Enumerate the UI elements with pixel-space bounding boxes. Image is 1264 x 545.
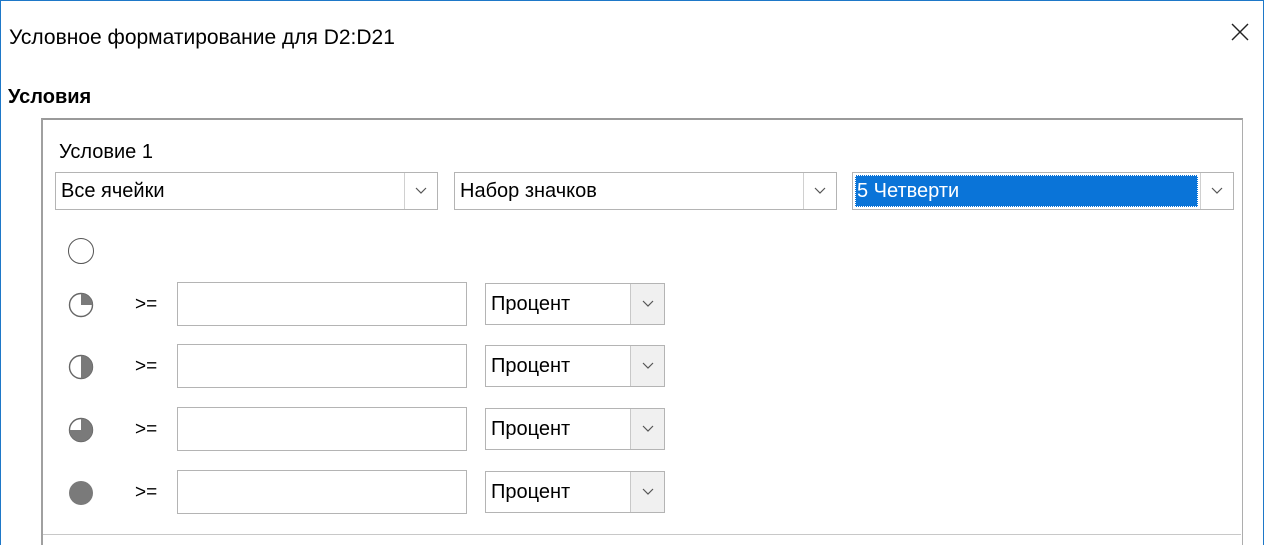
pie-half-icon [68,354,94,380]
format-type-value: Набор значков [460,180,597,202]
pie-quarter-icon [68,292,94,318]
icon-set-dropdown[interactable]: 5 Четверти [852,172,1234,210]
format-type-dropdown[interactable]: Набор значков [454,172,837,210]
threshold-type-dropdown[interactable]: Процент [485,471,665,513]
chevron-down-icon [814,187,826,194]
chevron-down-icon [642,425,653,432]
threshold-type-value: Процент [491,293,571,315]
pie-full-icon [69,481,93,505]
operator-label: >= [135,294,158,315]
threshold-value-input[interactable] [177,344,467,388]
icon-entry-row: >= Процент [43,407,1233,451]
threshold-type-dropdown-arrow[interactable] [630,409,664,449]
title-bar[interactable]: Условное форматирование для D2:D21 [1,1,1263,75]
panel-divider [43,534,1241,535]
icon-entry-row: >= Процент [43,344,1233,388]
threshold-type-value: Процент [491,355,571,377]
operator-label: >= [135,419,158,440]
threshold-type-dropdown-arrow[interactable] [630,284,664,324]
apply-to-dropdown-arrow[interactable] [404,173,437,209]
condition-title: Условие 1 [59,141,153,163]
threshold-type-value: Процент [491,481,571,503]
threshold-type-dropdown[interactable]: Процент [485,408,665,450]
threshold-type-dropdown[interactable]: Процент [485,345,665,387]
operator-label: >= [135,482,158,503]
chevron-down-icon [642,362,653,369]
pie-three-quarters-icon [68,417,94,443]
icon-set-dropdown-arrow[interactable] [1200,173,1233,209]
chevron-down-icon [415,187,427,194]
conditional-format-dialog: Условное форматирование для D2:D21 Услов… [0,0,1264,545]
chevron-down-icon [1211,187,1223,194]
threshold-type-value: Процент [491,418,571,440]
chevron-down-icon [642,488,653,495]
threshold-type-dropdown-arrow[interactable] [630,472,664,512]
operator-label: >= [135,356,158,377]
chevron-down-icon [642,300,653,307]
threshold-type-dropdown[interactable]: Процент [485,283,665,325]
format-type-dropdown-arrow[interactable] [803,173,836,209]
close-icon [1231,23,1249,41]
threshold-type-dropdown-arrow[interactable] [630,346,664,386]
threshold-value-input[interactable] [177,282,467,326]
close-button[interactable] [1217,9,1263,55]
empty-circle-icon-radio[interactable] [68,238,94,264]
apply-to-dropdown[interactable]: Все ячейки [55,172,438,210]
conditions-heading: Условия [8,86,92,108]
dialog-title: Условное форматирование для D2:D21 [9,26,395,49]
apply-to-value: Все ячейки [61,180,165,202]
condition-panel: Условие 1 Все ячейки Набор значков 5 Чет… [41,118,1243,545]
icon-entry-row: >= Процент [43,470,1233,514]
threshold-value-input[interactable] [177,407,467,451]
icon-set-value: 5 Четверти [855,175,1198,207]
threshold-value-input[interactable] [177,470,467,514]
icon-entry-row: >= Процент [43,282,1233,326]
